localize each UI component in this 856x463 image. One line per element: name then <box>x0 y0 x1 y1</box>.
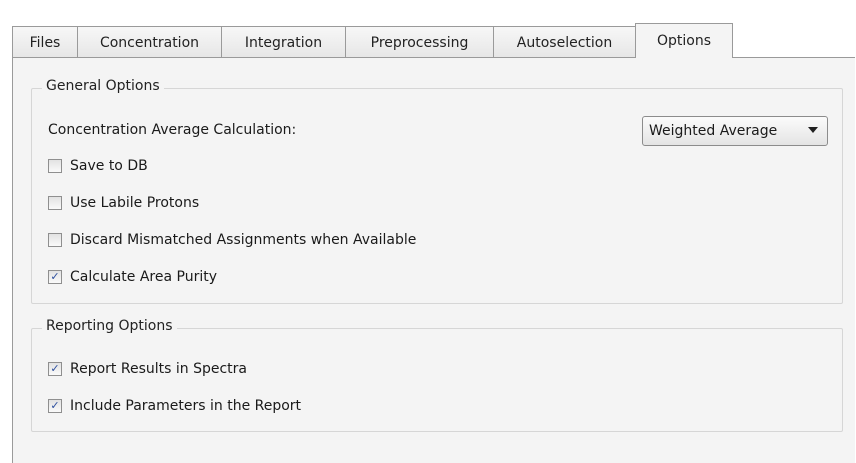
use-labile-protons-label: Use Labile Protons <box>70 195 200 211</box>
include-parameters-row[interactable]: ✓ Include Parameters in the Report <box>48 395 301 417</box>
avg-calc-row: Concentration Average Calculation: <box>48 119 296 141</box>
include-parameters-label: Include Parameters in the Report <box>70 398 302 414</box>
discard-mismatched-label: Discard Mismatched Assignments when Avai… <box>70 232 417 248</box>
tab-autoselection[interactable]: Autoselection <box>494 26 636 58</box>
options-window: Files Concentration Integration Preproce… <box>0 0 856 463</box>
tab-files[interactable]: Files <box>12 26 78 58</box>
report-results-checkbox[interactable]: ✓ <box>48 362 62 376</box>
use-labile-protons-row[interactable]: Use Labile Protons <box>48 192 199 214</box>
save-to-db-checkbox[interactable] <box>48 159 62 173</box>
tab-strip: Files Concentration Integration Preproce… <box>12 23 733 58</box>
general-options-group: General Options Concentration Average Ca… <box>31 78 843 304</box>
avg-calc-label: Concentration Average Calculation: <box>48 122 297 138</box>
report-results-label: Report Results in Spectra <box>70 361 247 377</box>
tab-preprocessing[interactable]: Preprocessing <box>346 26 494 58</box>
check-mark-icon: ✓ <box>50 399 60 412</box>
check-mark-icon: ✓ <box>50 270 60 283</box>
options-panel: General Options Concentration Average Ca… <box>12 57 855 463</box>
save-to-db-label: Save to DB <box>70 158 148 174</box>
tab-options[interactable]: Options <box>635 23 733 58</box>
check-mark-icon: ✓ <box>50 362 60 375</box>
avg-calc-dropdown[interactable]: Weighted Average <box>642 116 828 146</box>
tab-concentration[interactable]: Concentration <box>78 26 222 58</box>
calculate-area-purity-checkbox[interactable]: ✓ <box>48 270 62 284</box>
avg-calc-value: Weighted Average <box>649 123 778 139</box>
use-labile-protons-checkbox[interactable] <box>48 196 62 210</box>
reporting-options-group: Reporting Options ✓ Report Results in Sp… <box>31 318 843 432</box>
save-to-db-row[interactable]: Save to DB <box>48 155 148 177</box>
calculate-area-purity-label: Calculate Area Purity <box>70 269 217 285</box>
include-parameters-checkbox[interactable]: ✓ <box>48 399 62 413</box>
tab-integration[interactable]: Integration <box>222 26 346 58</box>
reporting-options-title: Reporting Options <box>42 318 177 334</box>
chevron-down-icon <box>808 127 818 133</box>
calculate-area-purity-row[interactable]: ✓ Calculate Area Purity <box>48 266 217 288</box>
discard-mismatched-checkbox[interactable] <box>48 233 62 247</box>
discard-mismatched-row[interactable]: Discard Mismatched Assignments when Avai… <box>48 229 416 251</box>
report-results-row[interactable]: ✓ Report Results in Spectra <box>48 358 247 380</box>
general-options-title: General Options <box>42 78 164 94</box>
